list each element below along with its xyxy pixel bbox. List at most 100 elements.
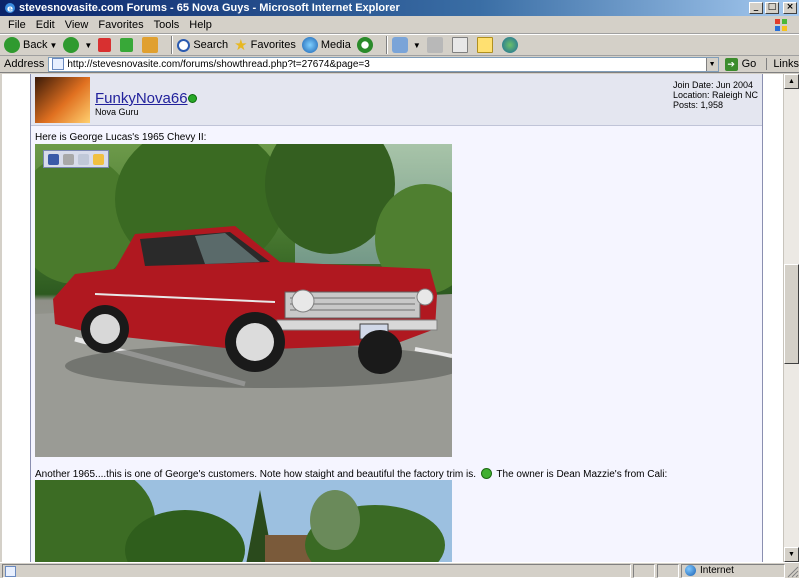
go-label: Go [741,58,757,70]
post-text-2-b: The owner is Dean Mazzie's from Cali: [496,469,668,480]
mail-icon [391,37,408,53]
print-button[interactable] [426,35,446,55]
back-label: Back [23,39,48,51]
messenger-icon [501,37,518,53]
avatar [35,77,90,123]
forward-dropdown-icon[interactable]: ▼ [84,41,92,50]
search-icon [177,38,191,52]
user-location: Location: Raleigh NC [672,90,758,100]
back-dropdown-icon[interactable]: ▼ [49,41,57,50]
discuss-icon [476,37,493,53]
security-zone: Internet [681,563,785,578]
close-button[interactable]: × [783,2,797,14]
back-arrow-icon [4,37,20,53]
car-photo-2[interactable] [35,480,452,562]
address-label: Address [4,58,45,70]
title-bar: e stevesnovasite.com Forums - 65 Nova Gu… [0,0,799,16]
media-label: Media [320,39,351,51]
address-url: http://stevesnovasite.com/forums/showthr… [67,58,370,70]
search-button[interactable]: Search [177,35,228,55]
refresh-icon [120,38,134,52]
address-input[interactable]: http://stevesnovasite.com/forums/showthr… [48,56,719,72]
menu-edit[interactable]: Edit [36,19,55,31]
address-dropdown-icon[interactable]: ▼ [705,57,718,71]
post-text-2: Another 1965....this is one of George's … [35,468,667,480]
internet-globe-icon [685,565,696,576]
online-status-icon [188,94,197,103]
go-button[interactable]: ➔ Go [724,57,757,71]
scroll-down-arrow-icon[interactable]: ▼ [784,547,799,562]
status-text [2,563,631,578]
menu-help[interactable]: Help [189,19,212,31]
maximize-button[interactable]: □ [765,2,779,14]
status-security-cell [657,563,679,578]
history-icon [356,37,373,53]
username-link[interactable]: FunkyNova66 [95,90,188,107]
scrollbar-thumb[interactable] [784,264,799,364]
print-icon [426,37,443,53]
post-text-1: Here is George Lucas's 1965 Chevy II: [35,132,207,143]
media-button[interactable]: Media [301,35,351,55]
window-title: stevesnovasite.com Forums - 65 Nova Guys… [19,2,400,14]
toolbar: Back ▼ ▼ Search ★ Favorites Media ▼ [0,34,799,56]
page-viewport: FunkyNova66 Nova Guru Join Date: Jun 200… [2,74,783,562]
stop-icon [98,38,112,52]
save-image-icon[interactable] [48,153,59,165]
forward-button[interactable]: ▼ [63,35,92,55]
mail-dropdown-icon[interactable]: ▼ [413,41,421,50]
messenger-button[interactable] [501,35,521,55]
edit-icon [451,37,468,53]
back-button[interactable]: Back ▼ [4,35,57,55]
my-pictures-icon[interactable] [93,153,104,165]
star-icon: ★ [234,36,248,54]
user-title: Nova Guru [95,107,139,117]
user-info: Join Date: Jun 2004 Location: Raleigh NC… [673,80,758,110]
forward-arrow-icon [63,37,80,53]
toolbar-separator [171,36,174,54]
media-icon [301,37,318,53]
page-icon [5,565,16,577]
favorites-label: Favorites [250,39,296,51]
history-button[interactable] [356,35,376,55]
refresh-button[interactable] [120,35,136,55]
home-icon [142,37,159,53]
scroll-up-arrow-icon[interactable]: ▲ [784,74,799,89]
page-icon [52,58,65,70]
toolbar-separator [385,36,388,54]
menu-favorites[interactable]: Favorites [98,19,143,31]
home-button[interactable] [142,35,161,55]
post-text-2-a: Another 1965....this is one of George's … [35,469,477,480]
windows-flag-icon [775,19,787,31]
smiley-icon [480,468,492,479]
minimize-button[interactable]: _ [749,2,763,14]
menu-tools[interactable]: Tools [154,19,180,31]
svg-text:e: e [7,5,13,15]
address-bar: Address http://stevesnovasite.com/forums… [0,56,799,73]
discuss-button[interactable] [476,35,496,55]
status-progress-cell [633,563,655,578]
favorites-button[interactable]: ★ Favorites [234,35,296,55]
image-toolbar [43,150,109,168]
edit-button[interactable] [451,35,471,55]
post-count: Posts: 1,958 [672,100,723,110]
mail-button[interactable]: ▼ [391,35,421,55]
resize-grip-icon[interactable] [785,564,799,578]
links-button[interactable]: Links [766,58,799,70]
print-image-icon[interactable] [63,153,74,165]
car-photo-1[interactable] [35,144,452,457]
search-label: Search [193,39,229,51]
vertical-scrollbar[interactable]: ▲ ▼ [783,74,799,562]
menu-file[interactable]: File [8,19,26,31]
trees-illustration [35,480,452,562]
ie-logo-icon: e [5,3,15,15]
zone-label: Internet [700,565,734,576]
forum-post: FunkyNova66 Nova Guru Join Date: Jun 200… [30,74,763,562]
menu-view[interactable]: View [65,19,89,31]
join-date: Join Date: Jun 2004 [672,80,753,90]
red-car-illustration [35,226,452,457]
post-header: FunkyNova66 Nova Guru Join Date: Jun 200… [31,74,762,126]
menu-bar: File Edit View Favorites Tools Help [0,16,799,34]
email-image-icon[interactable] [78,153,89,165]
stop-button[interactable] [98,35,114,55]
status-bar: Internet [0,562,799,578]
